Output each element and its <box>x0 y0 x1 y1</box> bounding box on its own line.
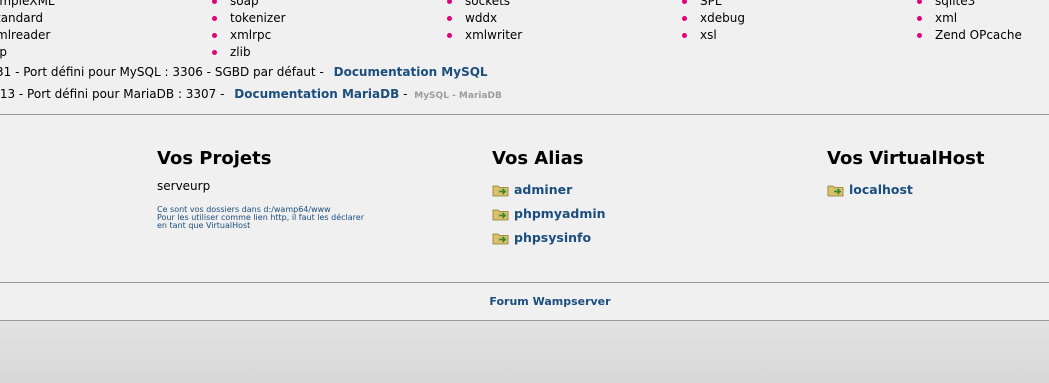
virtualhost-item: localhost <box>827 177 984 201</box>
bullet-icon <box>682 33 687 38</box>
bullet-icon <box>917 33 922 38</box>
wampserver-homepage: impleXML tandard mlreader ip soap tokeni… <box>0 0 1049 383</box>
divider <box>0 282 1049 283</box>
divider <box>0 114 1049 115</box>
virtualhosts-section: Vos VirtualHost localhost <box>827 147 984 201</box>
projects-title: Vos Projets <box>157 148 272 169</box>
extension-name: wddx <box>465 11 498 25</box>
virtualhosts-title: Vos VirtualHost <box>827 148 985 169</box>
bullet-icon <box>447 0 452 4</box>
mariadb-info-line: .13 - Port défini pour MariaDB : 3307 - … <box>0 87 502 101</box>
extensions-column-0: impleXML tandard mlreader ip <box>0 0 55 61</box>
bullet-icon <box>682 0 687 4</box>
extension-item: xdebug <box>682 10 745 27</box>
alias-link-phpsysinfo[interactable]: phpsysinfo <box>514 230 591 245</box>
alias-link-phpmyadmin[interactable]: phpmyadmin <box>514 206 606 221</box>
extension-name: sqlite3 <box>935 0 976 8</box>
extension-item: sqlite3 <box>917 0 1022 10</box>
bullet-icon <box>917 16 922 21</box>
extension-item: tokenizer <box>212 10 286 27</box>
extension-name: SPL <box>700 0 722 8</box>
extension-item: xsl <box>682 27 745 44</box>
projects-section: Vos Projets serveurp Ce sont vos dossier… <box>157 147 377 230</box>
alias-list: adminer phpmyadmin phpsysinfo <box>492 177 606 249</box>
extension-name: xdebug <box>700 11 745 25</box>
bullet-icon <box>447 33 452 38</box>
extensions-column-2: sockets wddx xmlwriter <box>447 0 522 44</box>
extension-item: mlreader <box>0 28 51 42</box>
aliases-section: Vos Alias adminer phpmyadmin phpsysinfo <box>492 147 606 249</box>
extension-name: soap <box>230 0 259 8</box>
extensions-column-1: soap tokenizer xmlrpc zlib <box>212 0 286 61</box>
extension-name: xml <box>935 11 958 25</box>
bullet-icon <box>447 16 452 21</box>
bullet-icon <box>682 16 687 21</box>
projects-note: Ce sont vos dossiers dans d:/wamp64/www … <box>157 206 377 230</box>
alias-item: phpsysinfo <box>492 225 606 249</box>
folder-link-icon <box>492 206 510 221</box>
extension-name: xsl <box>700 28 717 42</box>
extension-name: Zend OPcache <box>935 28 1022 42</box>
alias-link-adminer[interactable]: adminer <box>514 182 572 197</box>
extensions-column-4: sqlite3 xml Zend OPcache <box>917 0 1022 44</box>
extensions-column-3: SPL xdebug xsl <box>682 0 745 44</box>
project-item: serveurp <box>157 179 211 193</box>
extension-item: wddx <box>447 10 522 27</box>
extension-name: zlib <box>230 45 251 59</box>
folder-link-icon <box>827 182 845 197</box>
bullet-icon <box>212 33 217 38</box>
mariadb-info-text: .13 - Port défini pour MariaDB : 3307 - <box>0 87 229 101</box>
aliases-title: Vos Alias <box>492 148 584 169</box>
extension-name: tokenizer <box>230 11 286 25</box>
bottom-band <box>0 321 1049 383</box>
projects-note-line: en tant que VirtualHost <box>157 221 251 230</box>
folder-link-icon <box>492 230 510 245</box>
extension-item: soap <box>212 0 286 10</box>
alias-item: phpmyadmin <box>492 201 606 225</box>
virtualhost-link-localhost[interactable]: localhost <box>849 182 913 197</box>
mysql-documentation-link[interactable]: Documentation MySQL <box>334 65 488 79</box>
forum-wampserver-link[interactable]: Forum Wampserver <box>489 295 610 308</box>
bullet-icon <box>212 0 217 4</box>
virtualhost-list: localhost <box>827 177 984 201</box>
extension-item: zlib <box>212 44 286 61</box>
folder-link-icon <box>492 182 510 197</box>
extension-item: xml <box>917 10 1022 27</box>
bullet-icon <box>212 50 217 55</box>
extension-item: xmlwriter <box>447 27 522 44</box>
extension-item: sockets <box>447 0 522 10</box>
footer: Forum Wampserver <box>0 295 1049 308</box>
bullet-icon <box>212 16 217 21</box>
extension-item: impleXML <box>0 0 55 8</box>
mysql-info-line: 31 - Port défini pour MySQL : 3306 - SGB… <box>0 65 488 79</box>
extension-name: xmlwriter <box>465 28 523 42</box>
extension-name: sockets <box>465 0 511 8</box>
extension-item: SPL <box>682 0 745 10</box>
mysql-info-text: 31 - Port défini pour MySQL : 3306 - SGB… <box>0 65 328 79</box>
mariadb-separator: - <box>403 87 408 101</box>
extension-item: Zend OPcache <box>917 27 1022 44</box>
mysql-mariadb-note: MySQL - MariaDB <box>414 91 502 101</box>
extension-item: xmlrpc <box>212 27 286 44</box>
alias-item: adminer <box>492 177 606 201</box>
extension-item: tandard <box>0 11 43 25</box>
extension-item: ip <box>0 45 7 59</box>
mariadb-documentation-link[interactable]: Documentation MariaDB <box>234 87 399 101</box>
bullet-icon <box>917 0 922 4</box>
extension-name: xmlrpc <box>230 28 272 42</box>
